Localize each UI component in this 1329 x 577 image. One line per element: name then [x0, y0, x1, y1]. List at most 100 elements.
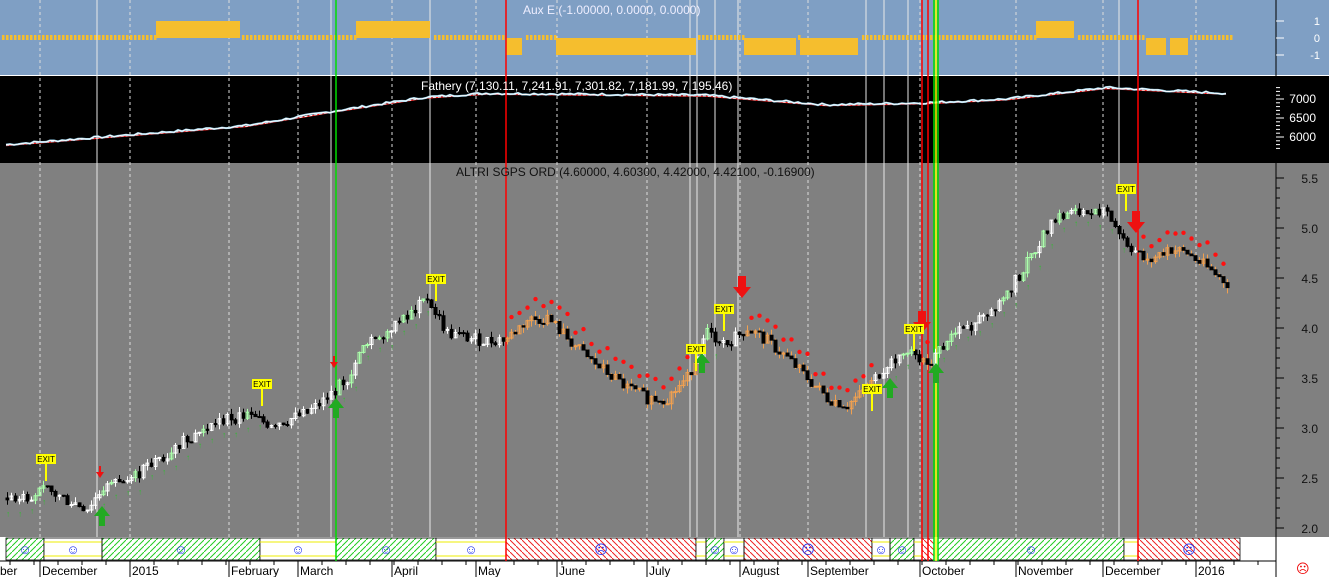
candle-body — [285, 423, 290, 426]
candle-body — [537, 318, 542, 324]
candle-body — [1077, 208, 1082, 216]
aux-tick — [530, 35, 533, 40]
aux-tick — [966, 35, 969, 40]
trail-arrow-icon: ↑ — [1086, 219, 1090, 228]
aux-tick — [710, 35, 713, 40]
candle-body — [813, 385, 818, 388]
candle-body — [1045, 230, 1050, 234]
smiley-face-icon: ☺ — [379, 542, 392, 557]
candle-body — [1117, 226, 1122, 235]
x-tick-label: May — [478, 564, 501, 577]
aux-tick — [1190, 35, 1193, 40]
trailing-stop-dot — [541, 303, 546, 309]
candle-body — [149, 462, 154, 467]
candle-body — [1009, 290, 1014, 293]
aux-tick — [502, 35, 505, 40]
aux-tick — [886, 35, 889, 40]
candle-body — [713, 331, 718, 343]
aux-tick — [106, 35, 109, 40]
candle-body — [809, 379, 814, 387]
candle-body — [817, 385, 822, 388]
candle-body — [1033, 252, 1038, 255]
index-y-label: 6000 — [1289, 130, 1316, 144]
candle-body — [993, 309, 998, 312]
aux-tick — [90, 35, 93, 40]
aux-tick — [1034, 35, 1037, 40]
candle-body — [1053, 219, 1058, 223]
candle-body — [549, 314, 554, 323]
aux-tick — [250, 35, 253, 40]
smiley-face-icon: ☺ — [174, 542, 187, 557]
candle-body — [841, 406, 846, 409]
candle-body — [413, 309, 418, 314]
candle-body — [233, 419, 238, 424]
aux-bar — [356, 21, 430, 38]
trailing-stop-dot — [597, 349, 602, 354]
x-tick-label: 2015 — [132, 564, 159, 577]
price-y-label: 3.5 — [1301, 372, 1318, 386]
candle-body — [1185, 249, 1190, 255]
candle-body — [1129, 245, 1134, 253]
aux-tick — [282, 35, 285, 40]
trail-arrow-icon: ↑ — [426, 308, 430, 317]
aux-tick — [738, 35, 741, 40]
aux-tick — [70, 35, 73, 40]
x-tick-label: March — [300, 564, 333, 577]
aux-tick — [38, 35, 41, 40]
aux-tick — [138, 35, 141, 40]
candle-body — [1085, 210, 1090, 215]
aux-tick — [1130, 35, 1133, 40]
trail-arrow-icon: ↑ — [1062, 225, 1066, 234]
trailing-stop-dot — [525, 305, 530, 310]
candle-body — [565, 328, 570, 340]
candle-body — [249, 411, 254, 415]
candle-body — [1125, 237, 1130, 247]
candle-body — [1209, 266, 1214, 271]
candle-body — [77, 502, 82, 508]
exit-label: EXIT — [37, 455, 55, 464]
candle-body — [445, 328, 450, 331]
candle-body — [1105, 207, 1110, 212]
aux-tick — [1202, 35, 1205, 40]
candle-body — [737, 331, 742, 335]
sentiment-zone-neutral — [913, 537, 923, 561]
sad-face-icon: ☹ — [1182, 542, 1196, 557]
aux-tick — [542, 35, 545, 40]
candle-body — [69, 504, 74, 507]
aux-tick — [698, 35, 701, 40]
trail-arrow-icon: ↑ — [342, 395, 346, 404]
aux-tick — [1030, 35, 1033, 40]
aux-tick — [330, 35, 333, 40]
trail-arrow-icon: ↑ — [1014, 300, 1018, 309]
aux-tick — [890, 35, 893, 40]
candle-body — [341, 379, 346, 386]
aux-tick — [246, 35, 249, 40]
aux-tick — [122, 35, 125, 40]
candle-body — [961, 326, 966, 329]
aux-tick — [478, 35, 481, 40]
aux-y-label: -1 — [1310, 50, 1320, 62]
aux-y-label: 1 — [1314, 16, 1320, 28]
chart-window: ☺ ☺ ☺ ☺ ☺ ☺ ☹ ☺ ☺ ☹ ☺ ☺ ☺ ☹ ber December 2015 February Mar… — [0, 0, 1329, 577]
candle-body — [457, 332, 462, 335]
index-y-label: 6500 — [1289, 111, 1316, 125]
candle-body — [821, 385, 826, 394]
candle-body — [645, 390, 650, 405]
x-tick-label: August — [742, 564, 780, 577]
candle-body — [189, 441, 194, 444]
candle-body — [1205, 258, 1210, 268]
sad-face-icon[interactable]: ☹ — [1296, 561, 1310, 577]
candle-body — [377, 337, 382, 340]
candle-body — [389, 330, 394, 333]
aux-tick — [434, 35, 437, 40]
trailing-stop-dot — [685, 354, 690, 360]
candle-body — [65, 495, 70, 506]
candle-body — [621, 378, 626, 389]
aux-tick — [706, 35, 709, 40]
trailing-stop-dot — [549, 299, 554, 305]
aux-tick — [278, 35, 281, 40]
candle-body — [265, 421, 270, 428]
index-y-label: 7000 — [1289, 92, 1316, 106]
candle-body — [477, 333, 482, 346]
trail-arrow-icon: ↑ — [402, 328, 406, 337]
